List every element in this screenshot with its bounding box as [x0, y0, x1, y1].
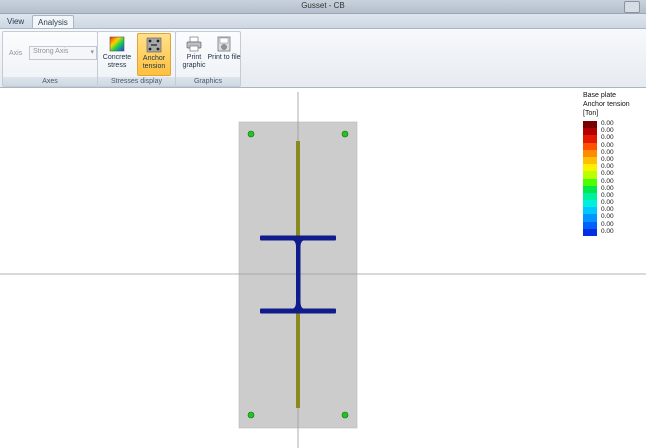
legend-swatch: [583, 221, 597, 229]
axes-group-label: Axes: [3, 77, 97, 86]
legend-swatch: [583, 228, 597, 236]
stresses-display-group: Concrete stress Anchor tension Stresses …: [97, 31, 176, 87]
concrete-stress-button[interactable]: Concrete stress: [100, 33, 134, 76]
anchor-tension-label: Anchor tension: [142, 55, 166, 70]
anchor-bolt[interactable]: [341, 130, 349, 138]
color-legend: Base plate Anchor tension [Ton] 0.00 0.00…: [583, 91, 643, 236]
print-graphic-label: Print graphic: [182, 54, 206, 69]
graphics-group: Print graphic Print to file Graphics: [175, 31, 241, 87]
anchor-bolt[interactable]: [247, 130, 255, 138]
legend-swatch: [583, 121, 597, 129]
anchor-tension-button[interactable]: Anchor tension: [137, 33, 171, 76]
stresses-display-group-label: Stresses display: [98, 77, 175, 86]
print-to-file-label: Print to file: [207, 54, 241, 61]
legend-swatch: [583, 142, 597, 150]
window-title: Gusset - CB: [301, 1, 345, 10]
legend-row: 0.00: [583, 227, 643, 236]
drawing-canvas[interactable]: [0, 87, 646, 448]
ribbon-tabs: View Analysis: [0, 14, 646, 29]
legend-swatch: [583, 164, 597, 172]
legend-swatch: [583, 149, 597, 157]
anchor-bolt[interactable]: [341, 411, 349, 419]
print-graphic-button[interactable]: Print graphic: [177, 33, 211, 76]
concrete-stress-icon: [109, 36, 125, 52]
legend-swatch: [583, 135, 597, 143]
printer-icon: [186, 36, 202, 52]
tab-view[interactable]: View: [2, 15, 29, 28]
legend-swatch: [583, 156, 597, 165]
chevron-down-icon: ▾: [90, 49, 94, 56]
legend-swatch: [583, 178, 597, 186]
column-web: [296, 239, 301, 310]
legend-swatch: [583, 192, 597, 201]
print-to-file-icon: [217, 36, 231, 52]
axis-select[interactable]: Strong Axis ▾: [29, 46, 97, 60]
axis-select-value: Strong Axis: [33, 48, 69, 55]
close-button[interactable]: [624, 1, 640, 13]
axes-group: Axis Strong Axis ▾ Axes: [2, 31, 98, 87]
legend-swatch: [583, 171, 597, 179]
legend-value: 0.00: [601, 227, 614, 235]
legend-swatch: [583, 207, 597, 215]
base-plate-drawing: [0, 92, 646, 448]
legend-units: [Ton]: [583, 110, 599, 117]
legend-swatch: [583, 185, 597, 193]
legend-title-line2: Anchor tension: [583, 101, 630, 108]
ribbon: Axis Strong Axis ▾ Axes Concrete stress …: [0, 28, 646, 88]
concrete-stress-label: Concrete stress: [102, 54, 132, 69]
anchor-bolt[interactable]: [247, 411, 255, 419]
legend-swatch: [583, 214, 597, 222]
legend-scale: 0.00 0.00 0.00 0.00 0.00 0.00 0.00 0.00 0.00 0.00…: [583, 120, 643, 236]
legend-swatch: [583, 128, 597, 136]
axis-field-label: Axis: [9, 50, 23, 57]
graphics-group-label: Graphics: [176, 77, 240, 86]
legend-swatch: [583, 200, 597, 208]
anchor-tension-icon: [146, 37, 162, 53]
print-to-file-button[interactable]: Print to file: [207, 33, 241, 76]
title-bar: Gusset - CB: [0, 0, 646, 14]
legend-title-line1: Base plate: [583, 92, 617, 99]
tab-analysis[interactable]: Analysis: [32, 15, 74, 29]
